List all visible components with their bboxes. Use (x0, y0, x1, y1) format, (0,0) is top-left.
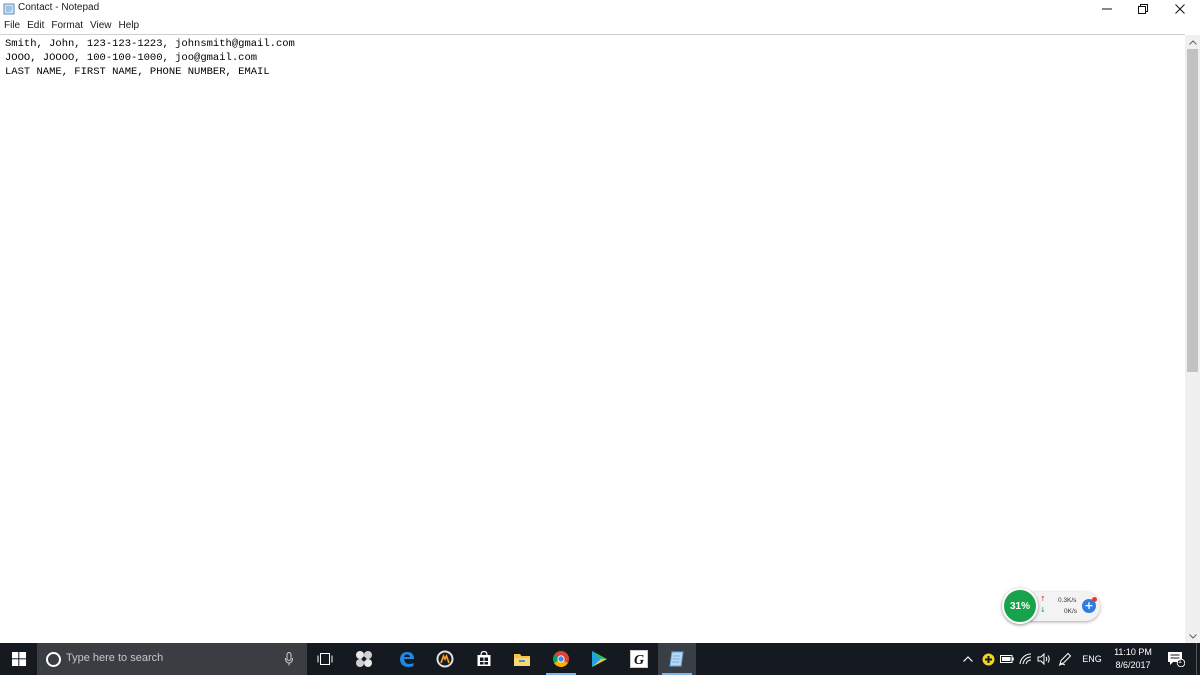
clock-time: 11:10 PM (1114, 647, 1152, 657)
task-view-button[interactable] (306, 643, 344, 675)
taskbar-edge[interactable] (388, 643, 426, 675)
edge-icon (400, 652, 414, 667)
scroll-thumb[interactable] (1187, 49, 1198, 372)
taskbar-overwatch[interactable] (426, 643, 464, 675)
taskbar-file-explorer[interactable] (503, 643, 541, 675)
battery-icon (1000, 655, 1014, 663)
vertical-scrollbar[interactable] (1185, 35, 1200, 643)
taskbar-chrome[interactable] (542, 643, 580, 675)
network-status[interactable] (1018, 651, 1034, 667)
restore-button[interactable] (1125, 0, 1161, 18)
alert-dot-icon (1092, 597, 1097, 602)
scroll-down-button[interactable] (1185, 629, 1200, 643)
show-desktop-button[interactable] (1196, 643, 1200, 675)
net-speed-widget[interactable]: ↑ 0.3K/s ↓ 0K/s + 31% (1002, 588, 1102, 626)
search-placeholder: Type here to search (66, 652, 164, 664)
language-label: ENG (1082, 654, 1102, 664)
pinwheel-app-icon (356, 651, 372, 667)
notepad-app-icon (3, 3, 15, 15)
cortana-icon (46, 652, 61, 667)
menu-edit[interactable]: Edit (23, 18, 47, 34)
show-hidden-icons-button[interactable] (961, 651, 975, 667)
minimize-button[interactable] (1089, 0, 1125, 18)
store-icon (477, 650, 491, 666)
restore-icon (1138, 4, 1148, 14)
tray-app-icon[interactable] (980, 651, 996, 667)
taskbar-store[interactable] (465, 643, 503, 675)
battery-status[interactable] (999, 651, 1015, 667)
menu-format[interactable]: Format (47, 18, 86, 34)
overwatch-icon (436, 650, 454, 668)
editor-line: Smith, John, 123-123-1223, johnsmith@gma… (5, 38, 295, 50)
taskbar-g-app[interactable]: G (620, 643, 658, 675)
scroll-up-button[interactable] (1185, 35, 1200, 49)
taskbar-media-player[interactable] (580, 643, 618, 675)
start-button[interactable] (0, 643, 37, 675)
notification-count: 1 (1178, 658, 1182, 665)
wifi-icon (1019, 653, 1032, 665)
chevron-down-icon (1188, 633, 1197, 639)
task-view-icon (317, 653, 333, 665)
taskbar-notepad[interactable] (658, 643, 696, 675)
svg-text:G: G (634, 653, 644, 668)
upload-speed: 0.3K/s (1058, 597, 1077, 604)
pen-workspace-button[interactable] (1057, 651, 1073, 667)
taskbar: Type here to search G ENG 11:10 PM 8/6/2… (0, 643, 1200, 675)
pen-icon (1058, 652, 1072, 666)
play-icon (592, 651, 607, 667)
memory-percent: 31% (1009, 600, 1030, 612)
notification-icon (1168, 652, 1185, 667)
download-speed: 0K/s (1064, 608, 1078, 615)
menu-help[interactable]: Help (115, 18, 143, 34)
notepad-icon (669, 651, 684, 667)
close-icon (1175, 4, 1185, 14)
menu-view[interactable]: View (86, 18, 115, 34)
menu-bar: File Edit Format View Help (0, 18, 1200, 34)
minimize-icon (1102, 8, 1112, 10)
editor-line: LAST NAME, FIRST NAME, PHONE NUMBER, EMA… (5, 66, 270, 78)
language-indicator[interactable]: ENG (1080, 651, 1104, 667)
menu-file[interactable]: File (0, 18, 23, 34)
volume-control[interactable] (1036, 651, 1052, 667)
chevron-up-icon (1188, 39, 1197, 45)
taskbar-pinwheel-app[interactable] (345, 643, 383, 675)
clock-date: 8/6/2017 (1115, 660, 1151, 670)
chrome-icon (553, 651, 569, 667)
download-arrow-icon: ↓ (1040, 606, 1046, 614)
plus-badge-icon (982, 653, 994, 665)
window-title: Contact - Notepad (18, 2, 100, 13)
notepad-window: Contact - Notepad File Edit Format View … (0, 0, 1200, 643)
upload-arrow-icon: ↑ (1040, 595, 1046, 603)
memory-usage-circle[interactable]: 31% (1002, 588, 1038, 624)
microphone-icon[interactable] (285, 652, 293, 666)
chevron-up-icon (963, 656, 973, 662)
text-editor[interactable]: Smith, John, 123-123-1223, johnsmith@gma… (0, 34, 1185, 643)
clock[interactable]: 11:10 PM 8/6/2017 (1106, 646, 1160, 672)
title-bar[interactable]: Contact - Notepad (0, 0, 1200, 18)
editor-content: Smith, John, 123-123-1223, johnsmith@gma… (5, 37, 295, 79)
close-button[interactable] (1162, 0, 1198, 18)
action-center-button[interactable]: 1 (1163, 643, 1189, 675)
folder-icon (514, 654, 530, 666)
g-app-icon: G (630, 650, 648, 668)
taskbar-search-box[interactable]: Type here to search (37, 643, 307, 675)
speaker-icon (1037, 653, 1050, 665)
windows-logo-icon (11, 652, 26, 666)
editor-line: JOOO, JOOOO, 100-100-1000, joo@gmail.com (5, 52, 258, 64)
